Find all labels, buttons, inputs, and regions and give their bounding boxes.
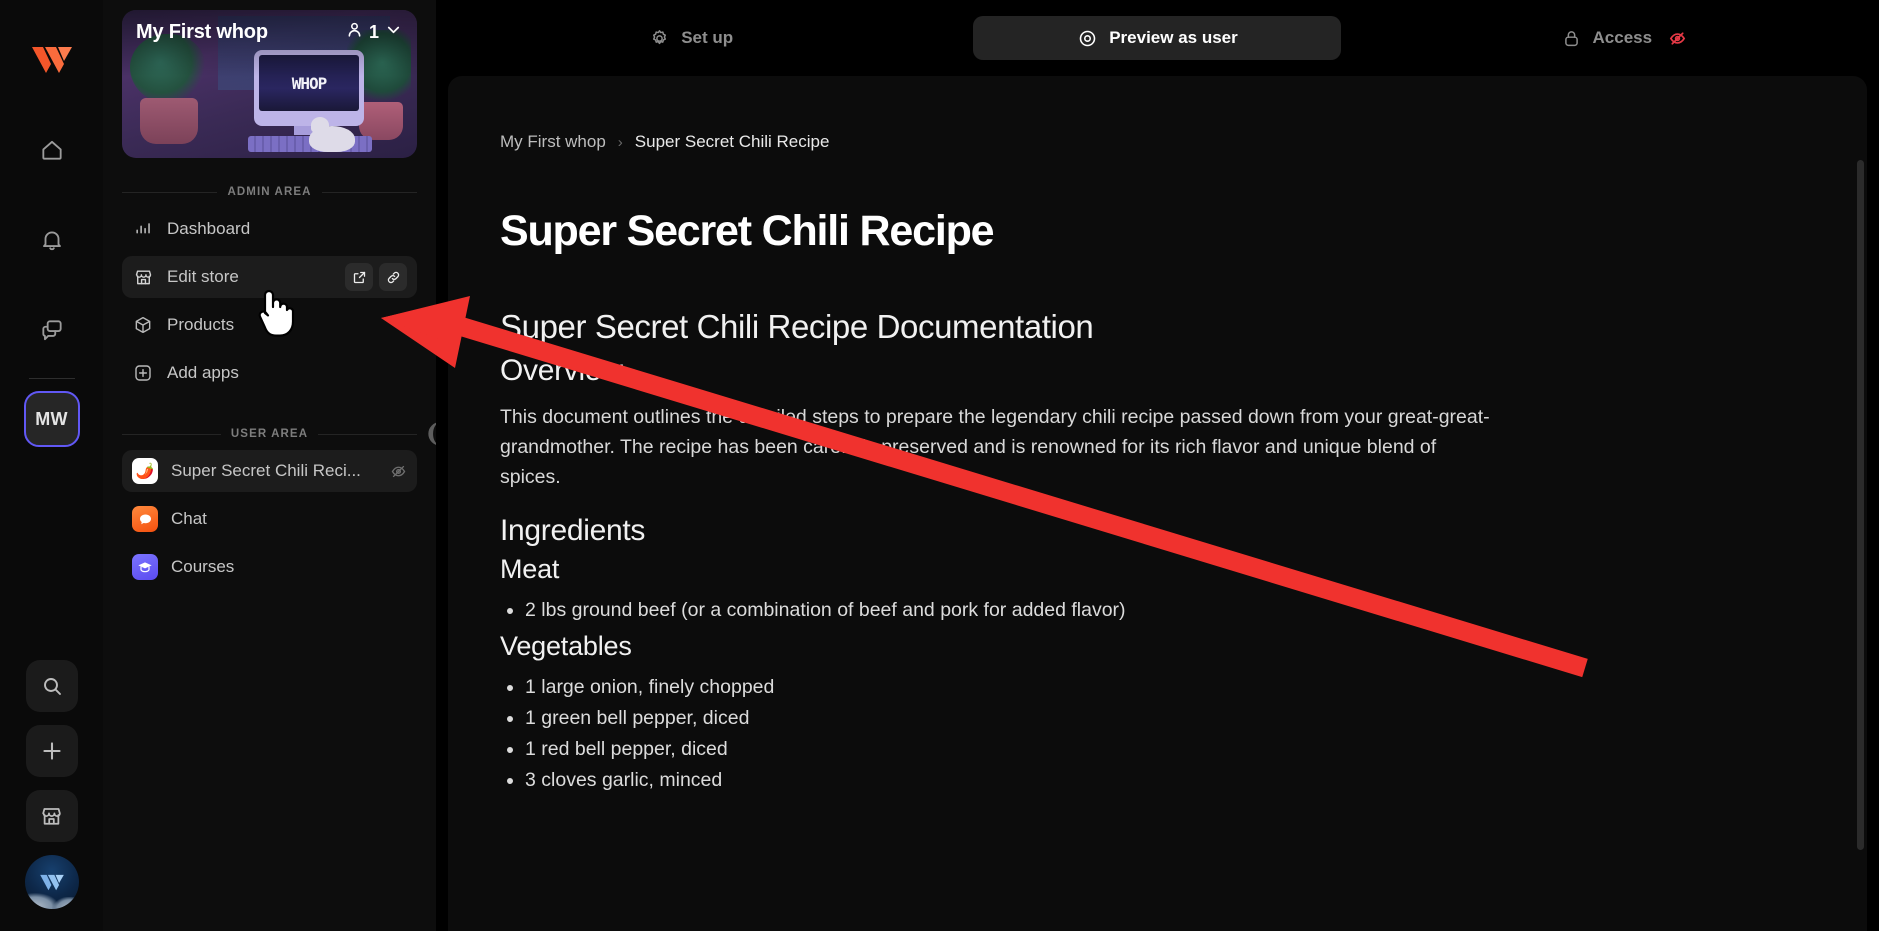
tab-label: Preview as user	[1109, 28, 1238, 47]
sidebar-item-label: Add apps	[167, 363, 239, 382]
avatar[interactable]: MW	[23, 391, 80, 447]
person-icon	[345, 20, 364, 44]
global-icon-rail: MW	[0, 0, 103, 931]
doc-heading-overview: Overview	[500, 354, 623, 387]
external-link-icon[interactable]	[345, 263, 373, 291]
link-icon[interactable]	[379, 263, 407, 291]
list-item: 1 red bell pepper, diced	[525, 734, 1867, 764]
breadcrumb-item-root[interactable]: My First whop	[500, 132, 606, 152]
user-avatar[interactable]	[24, 855, 79, 909]
sidebar-item-dashboard[interactable]: Dashboard	[122, 208, 417, 250]
breadcrumb: My First whop › Super Secret Chili Recip…	[500, 132, 1867, 152]
doc-heading-vegetables: Vegetables	[500, 631, 632, 661]
storefront-icon[interactable]	[25, 790, 78, 842]
messages-icon[interactable]	[26, 304, 78, 356]
bell-icon[interactable]	[26, 214, 78, 266]
vertical-scrollbar[interactable]	[1857, 160, 1864, 850]
graduation-cap-icon	[132, 554, 158, 580]
tab-preview-as-user[interactable]: Preview as user	[973, 16, 1342, 60]
whop-title: My First whop	[136, 20, 268, 43]
sidebar-item-label: Courses	[171, 557, 235, 576]
content-panel: My First whop › Super Secret Chili Recip…	[448, 76, 1867, 931]
chili-pepper-icon: 🌶️	[132, 458, 158, 484]
doc-heading-meat: Meat	[500, 554, 560, 584]
admin-area-label: ADMIN AREA	[122, 186, 418, 198]
tab-label: Set up	[681, 28, 734, 47]
gear-icon	[649, 28, 670, 49]
plus-square-icon	[132, 362, 154, 384]
sidebar-item-chat[interactable]: Chat	[122, 498, 417, 540]
main-area: Set up Preview as user Access My First w…	[436, 0, 1879, 931]
page-title: Super Secret Chili Recipe	[500, 207, 995, 255]
target-icon	[1077, 28, 1098, 49]
sidebar-item-label: Dashboard	[167, 219, 251, 238]
tab-set-up[interactable]: Set up	[627, 16, 755, 60]
search-icon[interactable]	[25, 660, 78, 712]
chat-bubble-icon	[132, 506, 158, 532]
doc-heading-documentation: Super Secret Chili Recipe Documentation	[500, 308, 1094, 345]
tab-access[interactable]: Access	[1539, 16, 1710, 60]
chevron-right-icon: ›	[617, 133, 623, 151]
app-root: MW My First whop 1 ADMIN AREA Dashboard …	[0, 0, 1879, 931]
doc-list-meat: 2 lbs ground beef (or a combination of b…	[500, 595, 1867, 625]
cube-icon	[132, 314, 154, 336]
list-item: 3 cloves garlic, minced	[525, 765, 1867, 795]
list-item: 1 green bell pepper, diced	[525, 703, 1867, 733]
list-item: 1 large onion, finely chopped	[525, 672, 1867, 702]
sidebar-item-label: Chat	[171, 509, 207, 528]
member-count: 1	[368, 21, 379, 42]
doc-list-vegetables: 1 large onion, finely chopped 1 green be…	[500, 672, 1867, 795]
list-item: 2 lbs ground beef (or a combination of b…	[525, 595, 1867, 625]
admin-area-label-text: ADMIN AREA	[227, 186, 312, 198]
sidebar-item-courses[interactable]: Courses	[122, 546, 417, 588]
storefront-icon	[132, 266, 154, 288]
whop-sidebar: WHOP My First whop 1	[103, 0, 445, 931]
sidebar-item-label: Super Secret Chili Reci...	[171, 461, 361, 480]
eye-off-icon	[1668, 29, 1687, 48]
sidebar-item-add-apps[interactable]: Add apps	[122, 352, 417, 394]
lock-icon	[1561, 28, 1582, 49]
home-icon[interactable]	[26, 124, 78, 176]
rail-divider	[28, 378, 75, 379]
user-area-label: USER AREA	[122, 428, 417, 440]
top-toolbar: Set up Preview as user Access	[436, 0, 1879, 76]
whop-banner-card[interactable]: WHOP My First whop 1	[122, 10, 417, 158]
eye-off-icon	[390, 463, 407, 480]
document-body: My First whop › Super Secret Chili Recip…	[448, 76, 1867, 931]
bar-chart-icon	[132, 218, 154, 240]
tab-label: Access	[1592, 28, 1653, 47]
sidebar-item-label: Edit store	[167, 267, 239, 286]
chevron-down-icon[interactable]	[384, 20, 403, 44]
user-area-label-text: USER AREA	[230, 428, 309, 440]
sidebar-item-super-secret-chili-recipe[interactable]: 🌶️ Super Secret Chili Reci...	[122, 450, 417, 492]
whop-member-count-button[interactable]: 1	[345, 20, 403, 44]
plus-icon[interactable]	[25, 725, 78, 777]
mouse-cursor	[255, 283, 295, 341]
doc-overview-paragraph: This document outlines the detailed step…	[500, 406, 1490, 488]
whop-logo-icon[interactable]	[30, 44, 74, 74]
breadcrumb-item-current[interactable]: Super Secret Chili Recipe	[635, 132, 830, 152]
avatar-initials: MW	[35, 408, 68, 429]
doc-heading-ingredients: Ingredients	[500, 514, 646, 547]
